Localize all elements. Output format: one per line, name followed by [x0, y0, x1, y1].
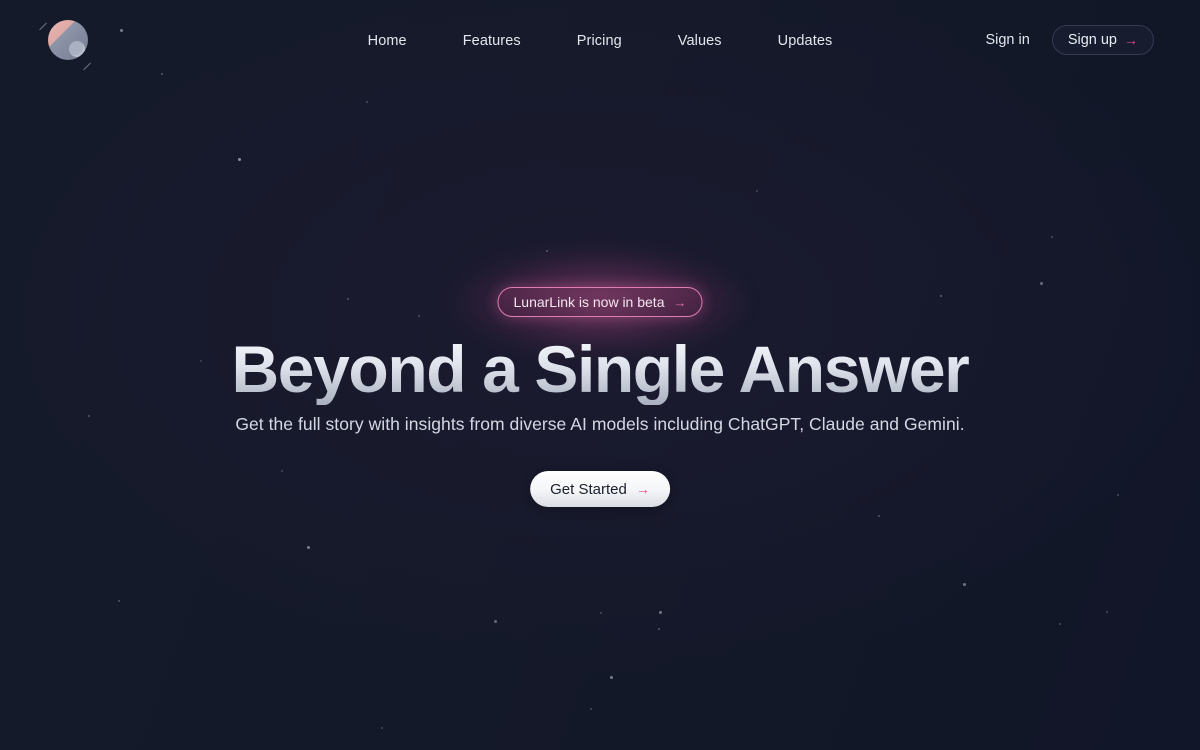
sign-up-button[interactable]: Sign up → [1051, 25, 1154, 55]
cta-label: Get Started [550, 480, 627, 498]
nav-item-values[interactable]: Values [650, 30, 750, 52]
badge-label: LunarLink is now in beta [513, 294, 665, 310]
nav-item-pricing[interactable]: Pricing [549, 30, 650, 52]
beta-announcement-badge[interactable]: LunarLink is now in beta → [497, 287, 703, 317]
hero-section: LunarLink is now in beta → Beyond a Sing… [0, 0, 1200, 750]
site-header: Home Features Pricing Values Updates Sig… [0, 0, 1200, 80]
sign-up-label: Sign up [1067, 32, 1117, 48]
nav-item-features[interactable]: Features [435, 30, 549, 52]
hero-subtitle: Get the full story with insights from di… [235, 414, 965, 434]
auth-actions: Sign in Sign up → [985, 25, 1154, 55]
beta-badge-wrapper: LunarLink is now in beta → [450, 247, 750, 357]
hero-headline: Beyond a Single Answer [0, 333, 1200, 405]
arrow-right-icon: → [1124, 32, 1138, 48]
get-started-button[interactable]: Get Started → [530, 471, 670, 507]
nav-item-updates[interactable]: Updates [750, 30, 861, 52]
page-background: Home Features Pricing Values Updates Sig… [0, 0, 1200, 750]
arrow-right-icon: → [635, 481, 650, 497]
logo-sparkle-tick-right [83, 62, 91, 71]
arrow-right-icon: → [673, 294, 687, 310]
sign-in-link[interactable]: Sign in [985, 25, 1029, 55]
nav-item-home[interactable]: Home [340, 30, 435, 52]
